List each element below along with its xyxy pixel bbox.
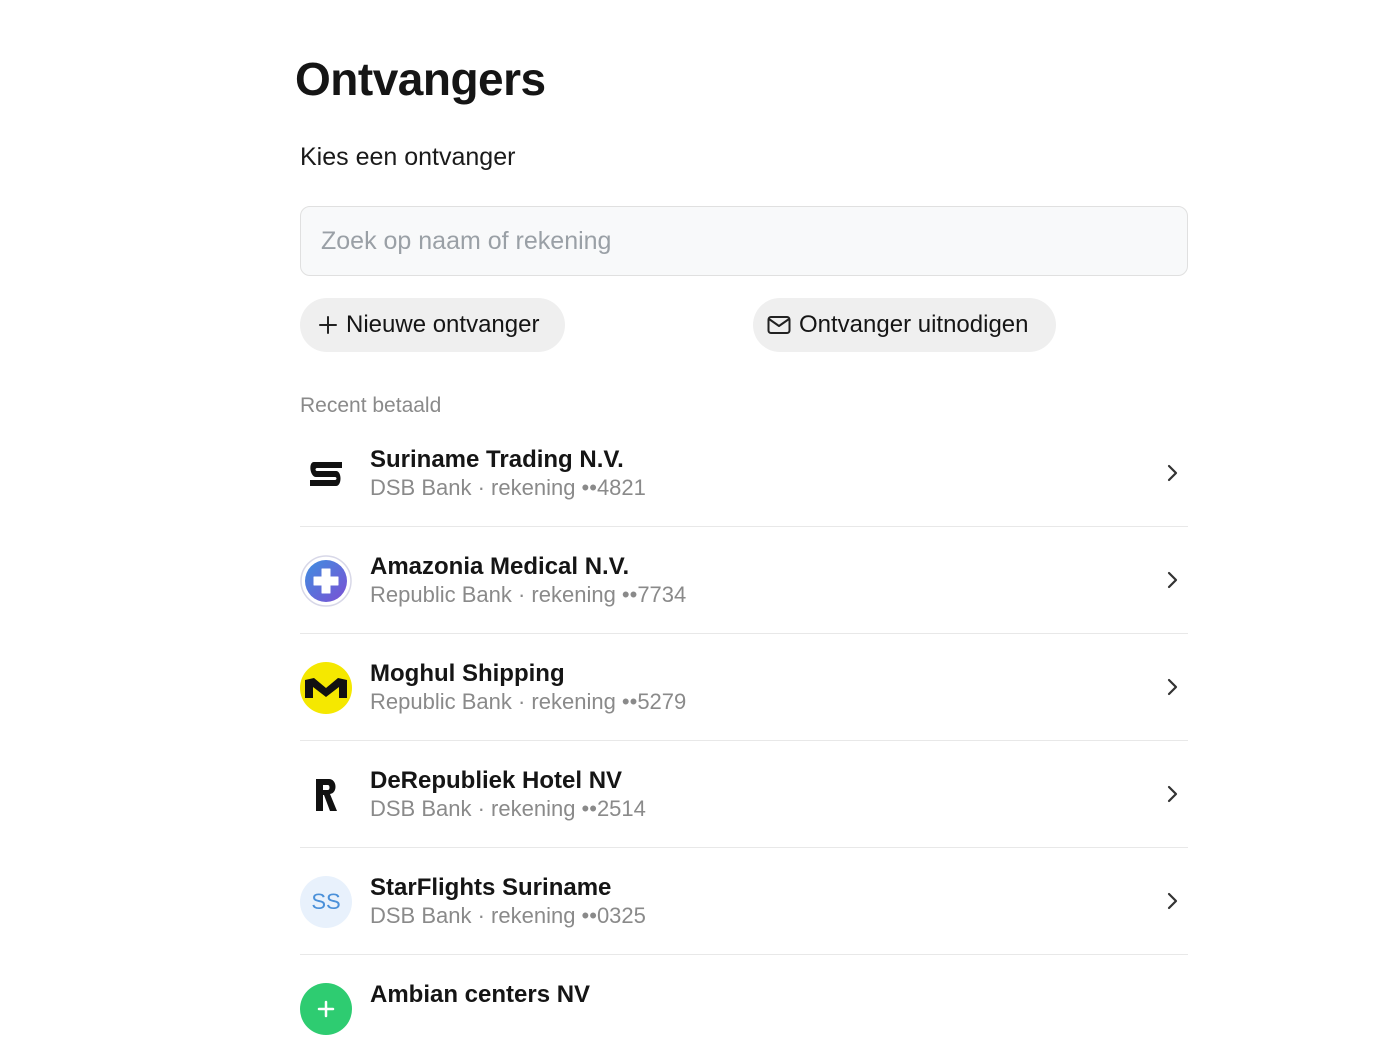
recent-paid-label: Recent betaald — [300, 394, 442, 417]
chevron-right-icon — [1167, 892, 1178, 910]
m-logo-icon — [300, 662, 352, 714]
page-title: Ontvangers — [295, 53, 546, 105]
recipient-row[interactable]: SS StarFlights Suriname DSB Bank · reken… — [300, 848, 1188, 955]
page-subtitle: Kies een ontvanger — [300, 143, 516, 171]
new-recipient-label: Nieuwe ontvanger — [346, 311, 540, 338]
recipient-name: Ambian centers NV — [370, 981, 591, 1008]
chevron-right-icon — [1167, 678, 1178, 696]
recipient-row[interactable]: Suriname Trading N.V. DSB Bank · rekenin… — [300, 420, 1188, 527]
new-recipient-button[interactable]: Nieuwe ontvanger — [300, 298, 565, 352]
recipient-account: Republic Bank · rekening ••7734 — [370, 582, 687, 607]
recipient-account: DSB Bank · rekening ••2514 — [370, 796, 646, 821]
mail-icon — [767, 315, 791, 335]
recipient-account: DSB Bank · rekening ••0325 — [370, 903, 646, 928]
recipient-name: DeRepubliek Hotel NV — [370, 767, 623, 794]
chevron-right-icon — [1167, 464, 1178, 482]
recipient-account: Republic Bank · rekening ••5279 — [370, 689, 687, 714]
invite-recipient-label: Ontvanger uitnodigen — [799, 311, 1029, 338]
chevron-right-icon — [1167, 785, 1178, 803]
medical-cross-icon — [300, 555, 352, 607]
recipients-page: Ontvangers Kies een ontvanger Nieuwe ont… — [295, 0, 1188, 1035]
s-logo-icon — [300, 448, 352, 500]
recipient-row[interactable]: DeRepubliek Hotel NV DSB Bank · rekening… — [300, 741, 1188, 848]
recipient-name: StarFlights Suriname — [370, 874, 612, 901]
recipient-row[interactable]: Ambian centers NV — [300, 955, 1188, 1062]
search-input[interactable] — [300, 206, 1188, 276]
recipient-name: Suriname Trading N.V. — [370, 446, 624, 473]
recipient-account: DSB Bank · rekening ••4821 — [370, 475, 646, 500]
recipient-name: Amazonia Medical N.V. — [370, 553, 630, 580]
recipient-name: Moghul Shipping — [370, 660, 565, 687]
r-logo-icon — [300, 769, 352, 821]
recipient-list: Suriname Trading N.V. DSB Bank · rekenin… — [300, 420, 1188, 1062]
recipient-row[interactable]: Amazonia Medical N.V. Republic Bank · re… — [300, 527, 1188, 634]
initials-avatar: SS — [300, 876, 352, 928]
recipient-row[interactable]: Moghul Shipping Republic Bank · rekening… — [300, 634, 1188, 741]
invite-recipient-button[interactable]: Ontvanger uitnodigen — [753, 298, 1056, 352]
plus-icon — [318, 315, 338, 335]
chevron-right-icon — [1167, 571, 1178, 589]
green-logo-icon — [300, 983, 352, 1035]
